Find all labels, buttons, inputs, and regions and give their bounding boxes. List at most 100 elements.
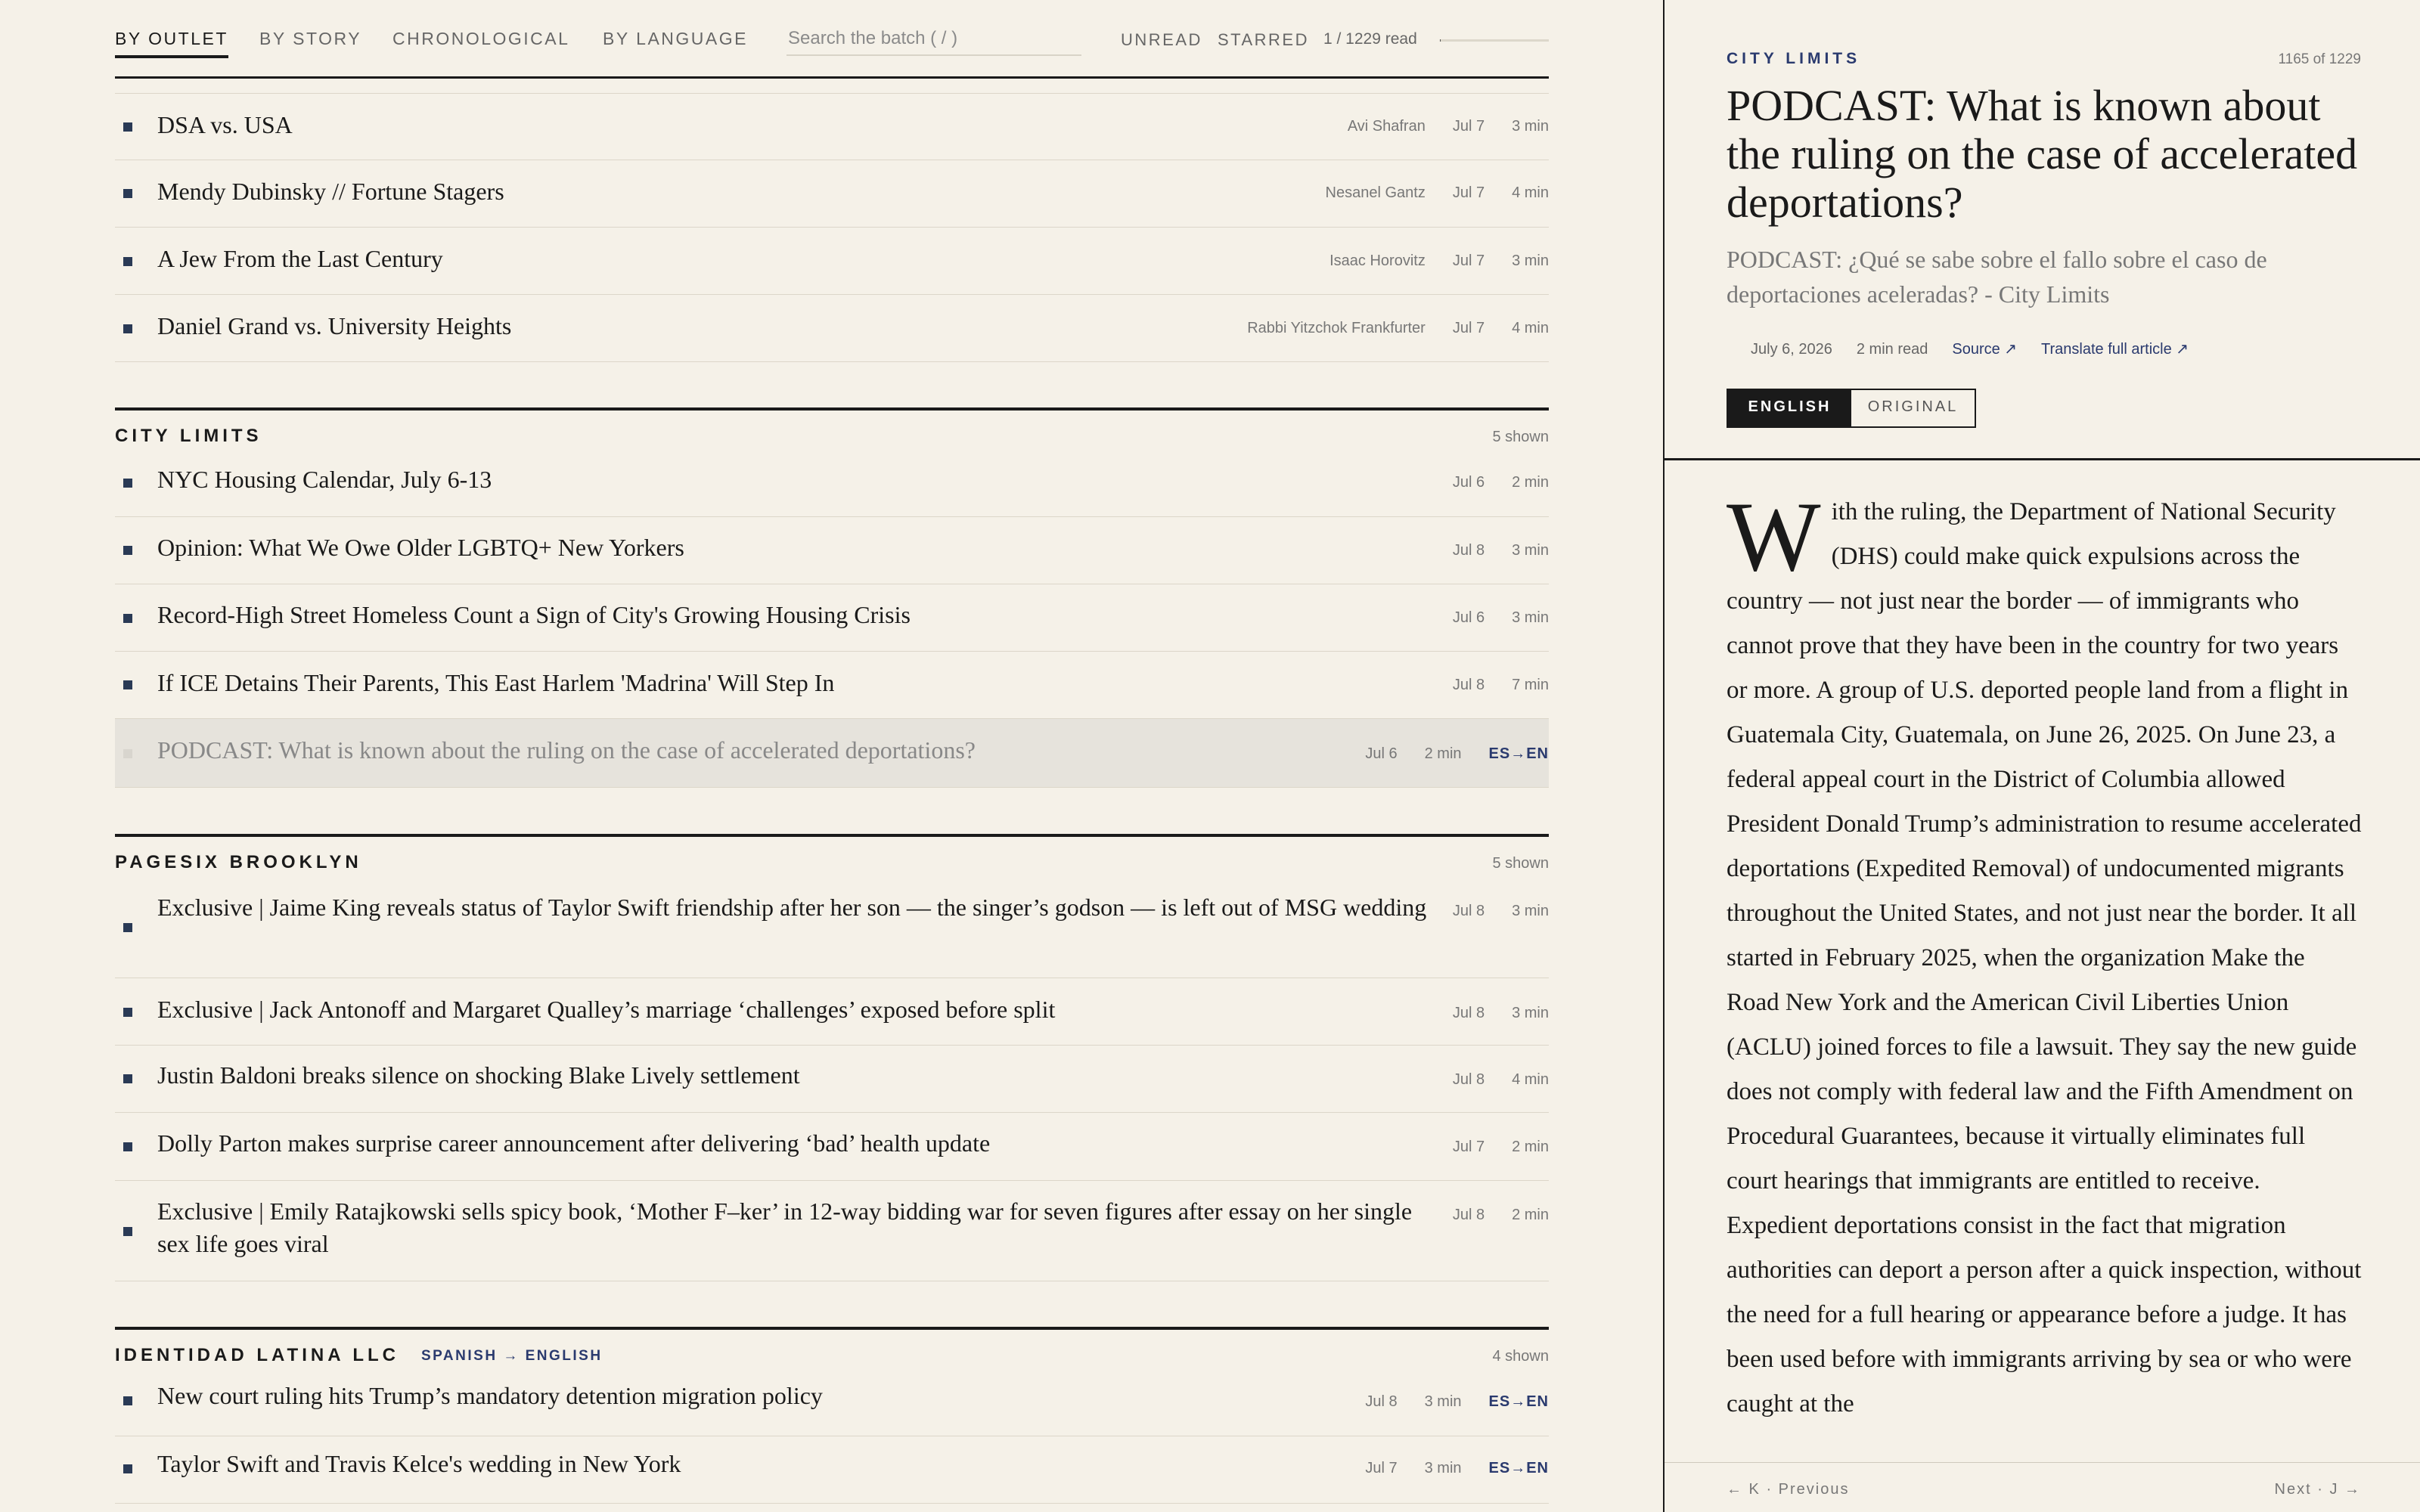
item-read-time: 3 min	[1424, 1460, 1462, 1476]
list-item[interactable]: DSA vs. USA Avi Shafran Jul 7 3 min	[115, 94, 1549, 160]
item-read-time: 3 min	[1512, 253, 1549, 269]
previous-button[interactable]: ← K · Previous	[1727, 1481, 1849, 1498]
language-english-button[interactable]: English	[1728, 390, 1851, 426]
unread-dot-icon	[123, 1142, 132, 1151]
story-list-inner: By Outlet By Story Chronological By Lang…	[115, 0, 1549, 1504]
item-read-time: 2 min	[1424, 745, 1462, 762]
translation-badge: ES→EN	[1488, 1393, 1549, 1410]
item-date: Jul 6	[1365, 745, 1398, 762]
item-date: Jul 8	[1452, 903, 1485, 919]
item-meta: Jul 8 3 min	[1453, 903, 1549, 920]
item-meta: Nesanel Gantz Jul 7 4 min	[1326, 184, 1549, 202]
unread-dot-icon	[123, 324, 132, 333]
reader-title: PODCAST: What is known about the ruling …	[1727, 81, 2358, 227]
item-title: Taylor Swift and Travis Kelce's wedding …	[157, 1450, 681, 1477]
search-input[interactable]	[786, 23, 1081, 56]
item-title: Exclusive | Jack Antonoff and Margaret Q…	[157, 996, 1056, 1023]
section-shown-count: 5 shown	[1492, 429, 1550, 445]
item-title: PODCAST: What is known about the ruling …	[157, 736, 976, 764]
item-title: DSA vs. USA	[157, 111, 293, 138]
item-meta: Jul 6 3 min	[1453, 609, 1549, 627]
language-toggle: English Original	[1727, 389, 1976, 428]
unread-dot-icon	[123, 546, 132, 555]
article-text: ith the ruling, the Department of Nation…	[1727, 498, 2362, 1418]
item-author: Isaac Horovitz	[1329, 253, 1426, 269]
unread-dot-icon	[123, 122, 132, 132]
unread-dot-icon	[123, 1008, 132, 1017]
list-item[interactable]: Dolly Parton makes surprise career annou…	[115, 1113, 1549, 1181]
reader-position: 1165 of 1229	[2278, 51, 2361, 67]
section-name: City Limits	[115, 426, 262, 446]
item-author: Nesanel Gantz	[1325, 184, 1426, 201]
item-read-time: 3 min	[1512, 1005, 1549, 1021]
list-item[interactable]: A Jew From the Last Century Isaac Horovi…	[115, 228, 1549, 295]
reader-read-time: 2 min read	[1856, 341, 1928, 358]
unread-dot-icon	[123, 680, 132, 689]
section-shown-count: 4 shown	[1492, 1348, 1550, 1365]
list-item[interactable]: Daniel Grand vs. University Heights Rabb…	[115, 295, 1549, 362]
starred-filter-toggle[interactable]: Starred	[1218, 30, 1309, 50]
list-item[interactable]: Record-High Street Homeless Count a Sign…	[115, 584, 1549, 652]
list-item[interactable]: Opinion: What We Owe Older LGBTQ+ New Yo…	[115, 517, 1549, 584]
list-item[interactable]: NYC Housing Calendar, July 6-13 Jul 6 2 …	[115, 450, 1549, 517]
next-button[interactable]: Next · J →	[2275, 1481, 2361, 1498]
item-meta: Jul 8 7 min	[1453, 677, 1549, 694]
tab-chronological[interactable]: Chronological	[392, 29, 569, 49]
item-date: Jul 7	[1452, 253, 1485, 269]
item-read-time: 3 min	[1512, 118, 1549, 135]
section-shown-count: 5 shown	[1492, 855, 1550, 872]
item-title: Opinion: What We Owe Older LGBTQ+ New Yo…	[157, 534, 684, 561]
list-item[interactable]: Taylor Swift and Travis Kelce's wedding …	[115, 1436, 1549, 1504]
translation-badge: ES→EN	[1488, 745, 1549, 762]
unread-dot-icon	[123, 1396, 132, 1405]
list-item[interactable]: If ICE Detains Their Parents, This East …	[115, 652, 1549, 719]
reader-original-title: PODCAST: ¿Qué se sabe sobre el fallo sob…	[1727, 246, 2267, 308]
reader-header: City Limits 1165 of 1229 PODCAST: What i…	[1665, 0, 2420, 460]
item-date: Jul 7	[1365, 1460, 1398, 1476]
reader-pane: City Limits 1165 of 1229 PODCAST: What i…	[1663, 0, 2420, 1512]
list-item[interactable]: Justin Baldoni breaks silence on shockin…	[115, 1046, 1549, 1113]
item-title: Justin Baldoni breaks silence on shockin…	[157, 1061, 800, 1089]
item-meta: Jul 8 3 min	[1453, 1005, 1549, 1022]
unread-dot-icon	[123, 614, 132, 623]
list-item[interactable]: New court ruling hits Trump’s mandatory …	[115, 1369, 1549, 1436]
reader-meta: July 6, 2026 2 min read Source ↗ Transla…	[1751, 339, 2189, 358]
source-link[interactable]: Source ↗	[1952, 339, 2017, 358]
item-meta: Jul 8 4 min	[1453, 1071, 1549, 1089]
item-date: Jul 6	[1452, 474, 1485, 491]
list-item[interactable]: Exclusive | Jaime King reveals status of…	[115, 876, 1549, 978]
unread-filter-toggle[interactable]: Unread	[1121, 30, 1202, 50]
item-read-time: 4 min	[1512, 320, 1549, 336]
language-original-button[interactable]: Original	[1851, 390, 1975, 426]
item-date: Jul 6	[1452, 609, 1485, 626]
item-date: Jul 8	[1452, 1005, 1485, 1021]
read-count: 1 / 1229 read	[1323, 30, 1417, 48]
item-title: Mendy Dubinsky // Fortune Stagers	[157, 178, 504, 205]
article-body: With the ruling, the Department of Natio…	[1727, 490, 2362, 1461]
item-read-time: 4 min	[1512, 1071, 1549, 1088]
section-language-pair: Spanish → English	[421, 1348, 603, 1364]
tab-by-outlet[interactable]: By Outlet	[115, 29, 228, 58]
item-meta: Jul 6 2 min ES→EN	[1365, 745, 1549, 763]
item-author: Rabbi Yitzchok Frankfurter	[1247, 320, 1426, 336]
unread-dot-icon	[123, 189, 132, 198]
section-name: Identidad Latina LLC	[115, 1345, 399, 1365]
unread-dot-icon	[123, 1464, 132, 1473]
reader-date: July 6, 2026	[1751, 341, 1832, 358]
list-item-selected[interactable]: PODCAST: What is known about the ruling …	[115, 719, 1549, 788]
unread-dot-icon	[123, 1074, 132, 1083]
item-title: Exclusive | Jaime King reveals status of…	[157, 894, 1427, 921]
list-item[interactable]: Mendy Dubinsky // Fortune Stagers Nesane…	[115, 160, 1549, 228]
translate-full-article-link[interactable]: Translate full article ↗	[2041, 339, 2189, 358]
translation-badge: ES→EN	[1488, 1460, 1549, 1476]
unread-dot-icon	[123, 257, 132, 266]
list-item[interactable]: Exclusive | Jack Antonoff and Margaret Q…	[115, 978, 1549, 1046]
list-item[interactable]: Exclusive | Emily Ratajkowski sells spic…	[115, 1181, 1549, 1281]
item-title: Dolly Parton makes surprise career annou…	[157, 1129, 991, 1157]
item-title: Exclusive | Emily Ratajkowski sells spic…	[157, 1198, 1413, 1257]
item-read-time: 3 min	[1424, 1393, 1462, 1410]
item-read-time: 2 min	[1512, 474, 1549, 491]
item-date: Jul 7	[1452, 1139, 1485, 1155]
tab-by-story[interactable]: By Story	[259, 29, 361, 49]
tab-by-language[interactable]: By Language	[603, 29, 748, 49]
